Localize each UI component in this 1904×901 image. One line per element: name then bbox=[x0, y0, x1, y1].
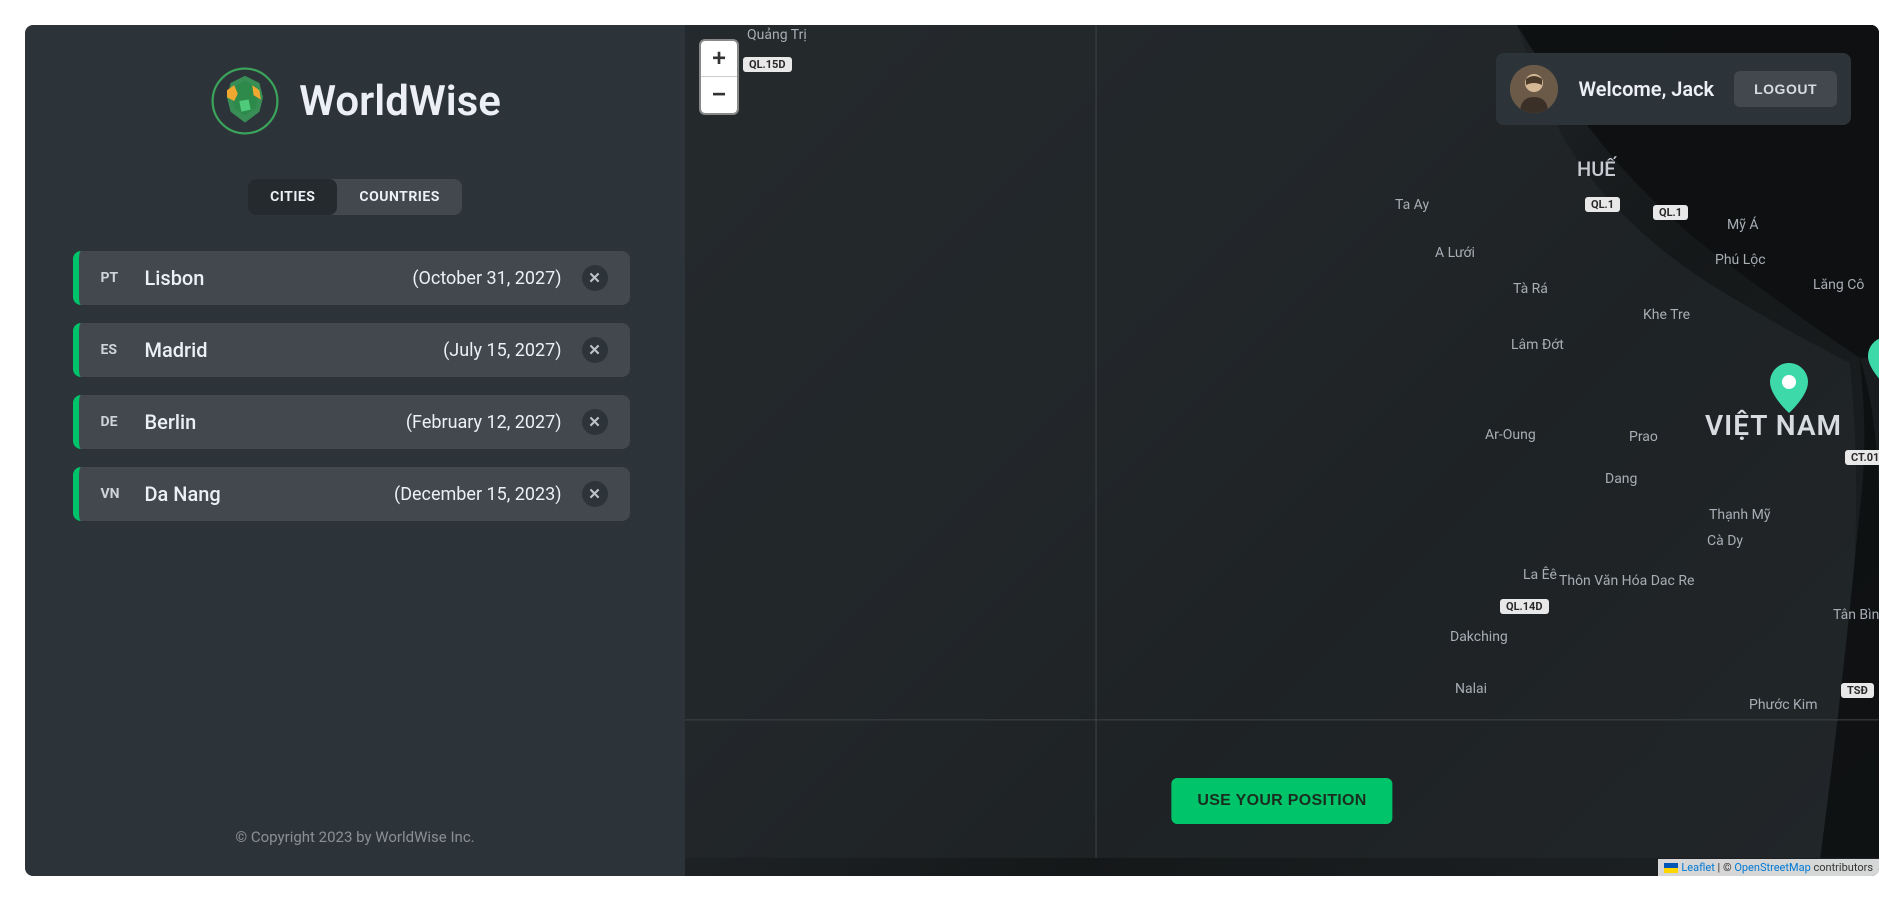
city-date: (December 15, 2023) bbox=[394, 484, 561, 505]
use-position-button[interactable]: USE YOUR POSITION bbox=[1171, 778, 1392, 824]
avatar bbox=[1510, 65, 1558, 113]
city-name: Da Nang bbox=[145, 482, 375, 506]
logo-icon bbox=[209, 65, 281, 137]
country-code: DE bbox=[101, 414, 125, 430]
delete-city-button[interactable]: ✕ bbox=[582, 265, 608, 291]
zoom-controls: + − bbox=[699, 39, 739, 115]
city-item[interactable]: DE Berlin (February 12, 2027) ✕ bbox=[73, 395, 630, 449]
map[interactable]: Quảng TrịSịaHUẾTa AyA LướiTà RáMỹ ÁPhú L… bbox=[685, 25, 1879, 876]
country-code: PT bbox=[101, 270, 125, 286]
city-name: Madrid bbox=[145, 338, 424, 362]
delete-city-button[interactable]: ✕ bbox=[582, 337, 608, 363]
zoom-in-button[interactable]: + bbox=[701, 41, 737, 77]
leaflet-link[interactable]: Leaflet bbox=[1681, 861, 1714, 874]
user-panel: Welcome, Jack LOGOUT bbox=[1496, 53, 1851, 125]
logo: WorldWise bbox=[209, 65, 501, 137]
map-background bbox=[685, 25, 1879, 876]
tab-cities[interactable]: CITIES bbox=[248, 179, 337, 215]
city-date: (October 31, 2027) bbox=[412, 268, 561, 289]
city-date: (July 15, 2027) bbox=[443, 340, 561, 361]
city-name: Berlin bbox=[145, 410, 386, 434]
city-item[interactable]: ES Madrid (July 15, 2027) ✕ bbox=[73, 323, 630, 377]
logout-button[interactable]: LOGOUT bbox=[1734, 71, 1837, 107]
city-item[interactable]: PT Lisbon (October 31, 2027) ✕ bbox=[73, 251, 630, 305]
delete-city-button[interactable]: ✕ bbox=[582, 481, 608, 507]
map-marker[interactable] bbox=[1868, 337, 1879, 387]
city-item[interactable]: VN Da Nang (December 15, 2023) ✕ bbox=[73, 467, 630, 521]
logo-text: WorldWise bbox=[299, 77, 501, 126]
tabs: CITIES COUNTRIES bbox=[248, 179, 462, 215]
welcome-text: Welcome, Jack bbox=[1578, 77, 1714, 101]
country-code: VN bbox=[101, 486, 125, 502]
country-code: ES bbox=[101, 342, 125, 358]
osm-link[interactable]: OpenStreetMap bbox=[1734, 861, 1810, 874]
sidebar: WorldWise CITIES COUNTRIES PT Lisbon (Oc… bbox=[25, 25, 685, 876]
city-date: (February 12, 2027) bbox=[406, 412, 562, 433]
map-marker[interactable] bbox=[1770, 363, 1808, 413]
tab-countries[interactable]: COUNTRIES bbox=[337, 179, 461, 215]
zoom-out-button[interactable]: − bbox=[701, 77, 737, 113]
delete-city-button[interactable]: ✕ bbox=[582, 409, 608, 435]
map-attribution: Leaflet | © OpenStreetMap contributors bbox=[1658, 859, 1879, 876]
city-list[interactable]: PT Lisbon (October 31, 2027) ✕ ES Madrid… bbox=[73, 251, 638, 661]
city-name: Lisbon bbox=[145, 266, 393, 290]
copyright: © Copyright 2023 by WorldWise Inc. bbox=[235, 828, 474, 846]
